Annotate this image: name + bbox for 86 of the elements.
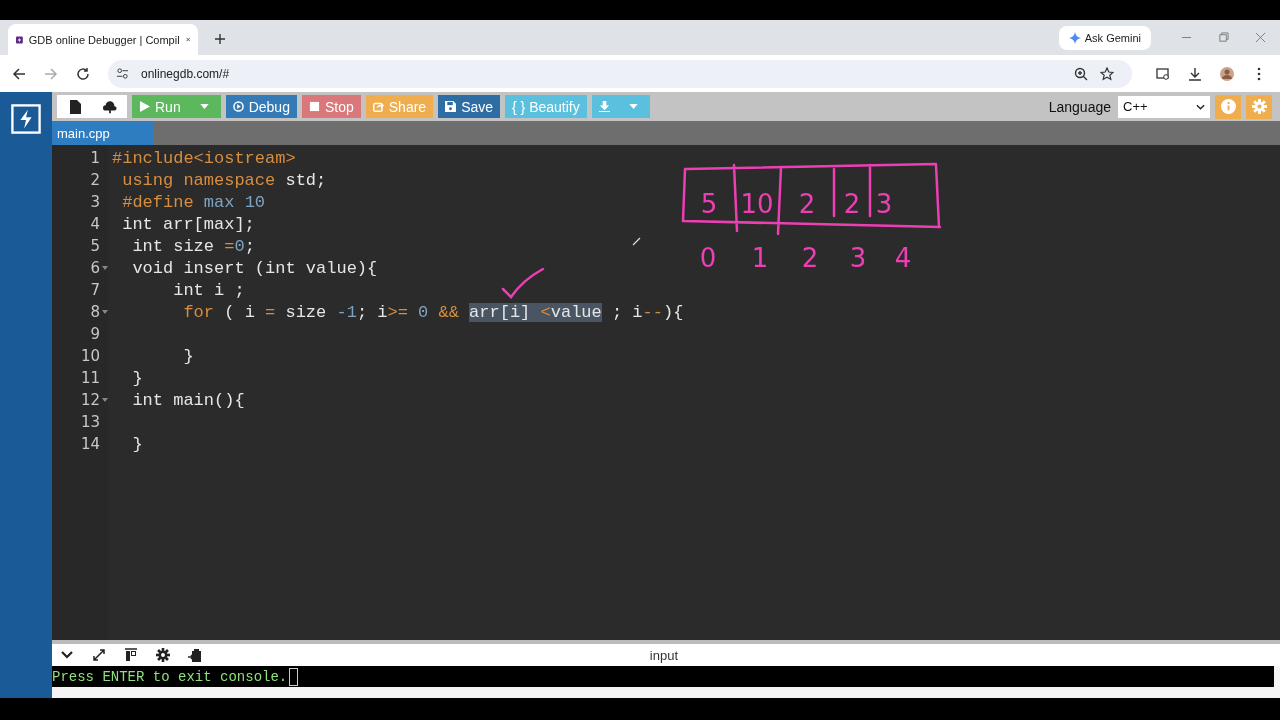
line-number: 14 [80,435,100,453]
code-line: void insert (int value){ [131,258,378,278]
index-label: 3 [849,243,867,273]
line-number: 1 [90,149,100,167]
clipboard-icon[interactable] [188,648,202,662]
caret-icon [628,104,638,109]
code-line: } [131,434,143,454]
share-icon [372,101,384,112]
array-value: 2 [798,189,816,219]
fold-icon[interactable] [102,266,108,270]
array-value: 2 [843,189,861,219]
index-label: 1 [751,243,769,273]
code-line: int arr[max]; [121,214,255,234]
stop-button[interactable]: Stop [301,95,361,118]
line-number: 7 [90,281,100,299]
stop-icon [308,101,320,112]
array-value: 10 [740,189,774,219]
line-number: 2 [90,171,100,189]
avatar-icon[interactable] [1220,66,1234,81]
pen-stroke [632,237,641,246]
code-line: int i ; [172,280,245,300]
code-line: } [131,368,143,388]
file-tab[interactable]: main.cpp [52,121,154,145]
array-value: 5 [700,189,718,219]
checkmark-drawing [501,267,545,299]
index-label: 2 [801,243,819,273]
console-tab-label[interactable]: input [649,647,678,663]
new-file-button[interactable] [57,95,92,118]
tab-title: GDB online Debugger | Compil [28,33,180,46]
browser-tab[interactable]: GDB online Debugger | Compil [8,24,198,55]
line-number: 12 [80,391,100,409]
close-icon[interactable] [185,35,190,44]
line-number: 10 [80,347,100,365]
code-line: int size =0; [131,236,255,256]
debug-button[interactable]: Debug [225,95,297,118]
language-select[interactable]: C++ [1118,95,1210,118]
line-number: 11 [80,369,100,387]
layout-icon[interactable] [124,648,138,662]
line-number: 13 [80,413,100,431]
zoom-icon[interactable] [1074,66,1088,81]
star-icon[interactable] [1100,66,1114,81]
array-value: 3 [875,189,893,219]
back-icon[interactable] [12,66,26,81]
chevron-icon [1196,103,1205,110]
line-number: 5 [90,237,100,255]
restore-icon[interactable] [1218,32,1229,43]
play-icon [139,101,150,112]
code-line: #include<iostream> [112,148,296,168]
line-number: 8 [90,303,100,321]
screen-search-icon[interactable] [1156,66,1170,81]
download-icon[interactable] [1188,66,1202,81]
expand-icon[interactable] [92,648,106,662]
bolt-logo-icon[interactable] [11,104,41,134]
index-label: 4 [894,243,912,273]
ask-gemini-button[interactable]: Ask Gemini [1058,26,1151,50]
fold-icon[interactable] [102,398,108,402]
line-number: 6 [90,259,100,277]
play-circle-icon [232,101,244,112]
sparkle-icon [1068,32,1081,44]
index-label: 0 [699,243,717,273]
line-number: 3 [90,193,100,211]
language-label: Language [1048,98,1111,115]
caret-icon [199,104,209,109]
code-line: #define max 10 [121,192,266,212]
code-line: using namespace std; [121,170,327,190]
info-icon [1220,99,1236,114]
upload-button[interactable] [92,95,127,118]
reload-icon[interactable] [76,66,90,81]
console-output: Press ENTER to exit console. [52,668,288,685]
fold-icon[interactable] [102,310,108,314]
close-icon[interactable] [1255,32,1266,43]
settings-icon[interactable] [156,648,170,662]
download-icon [598,101,610,112]
save-button[interactable]: Save [438,95,501,118]
line-number: 9 [90,325,100,343]
line-number: 4 [90,215,100,233]
code-line: for ( i = size -1; i>= 0 && arr[i] <value ; i--){ [182,302,684,322]
file-icon [67,99,82,114]
new-tab-icon[interactable] [214,33,226,45]
gear-icon [1251,99,1267,114]
code-line: } [182,346,194,366]
cloud-upload-icon [102,99,117,114]
address-field[interactable]: onlinegdb.com/# [108,59,1132,88]
code-line: int main(){ [131,390,245,410]
text-cursor [289,667,299,686]
site-settings-icon[interactable] [116,67,129,80]
